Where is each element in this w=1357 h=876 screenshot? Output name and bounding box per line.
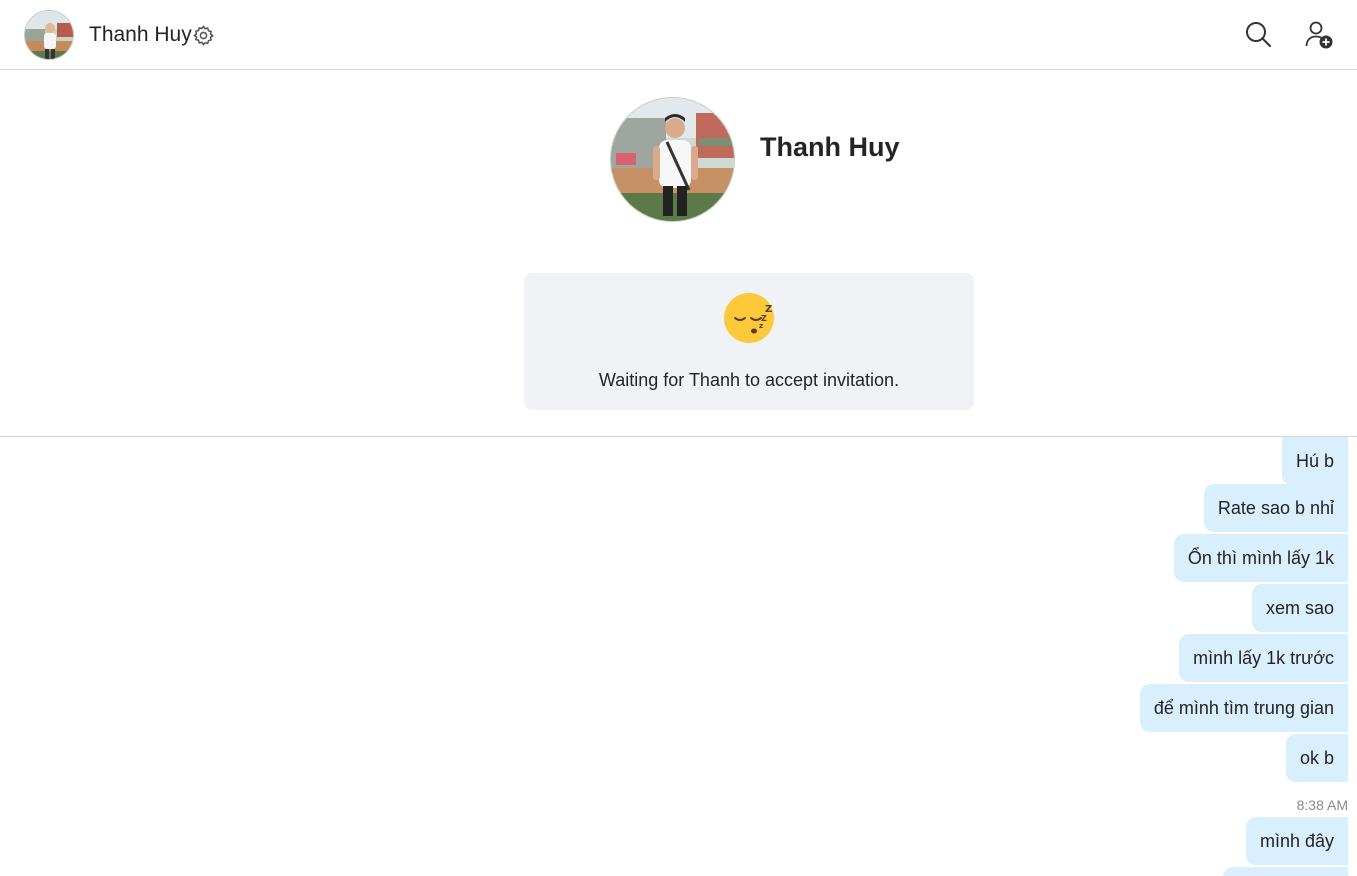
message-bubble[interactable]: mình đây	[1245, 817, 1348, 865]
gear-icon[interactable]	[192, 24, 215, 47]
message-bubble[interactable]: Ổn thì mình lấy 1k	[1173, 534, 1348, 582]
message-bubble[interactable]: Hú b	[1281, 437, 1348, 485]
message-bubble[interactable]: mình lấy 1k trước	[1179, 634, 1348, 682]
top-bar: Thanh Huy	[0, 0, 1357, 70]
svg-text:z: z	[759, 322, 763, 330]
profile-avatar[interactable]	[610, 97, 735, 222]
profile-name: Thanh Huy	[760, 132, 900, 162]
invitation-card: Z Z z Waiting for Thanh to accept invita…	[524, 273, 974, 410]
message-bubble-partial[interactable]	[1223, 867, 1348, 876]
conversation-title: Thanh Huy	[89, 23, 192, 46]
message-bubble[interactable]: Rate sao b nhỉ	[1203, 484, 1348, 532]
avatar[interactable]	[24, 10, 74, 60]
search-icon[interactable]	[1244, 20, 1272, 48]
add-user-icon[interactable]	[1304, 20, 1334, 50]
sleeping-face-icon: Z Z z	[724, 292, 776, 344]
message-timestamp: 8:38 AM	[1296, 797, 1348, 813]
message-bubble[interactable]: để mình tìm trung gian	[1139, 684, 1348, 732]
message-list[interactable]: Hú b Rate sao b nhỉ Ổn thì mình lấy 1k x…	[0, 437, 1357, 876]
invitation-status-text: Waiting for Thanh to accept invitation.	[598, 370, 900, 390]
message-bubble[interactable]: xem sao	[1251, 584, 1348, 632]
message-bubble[interactable]: ok b	[1285, 734, 1348, 782]
